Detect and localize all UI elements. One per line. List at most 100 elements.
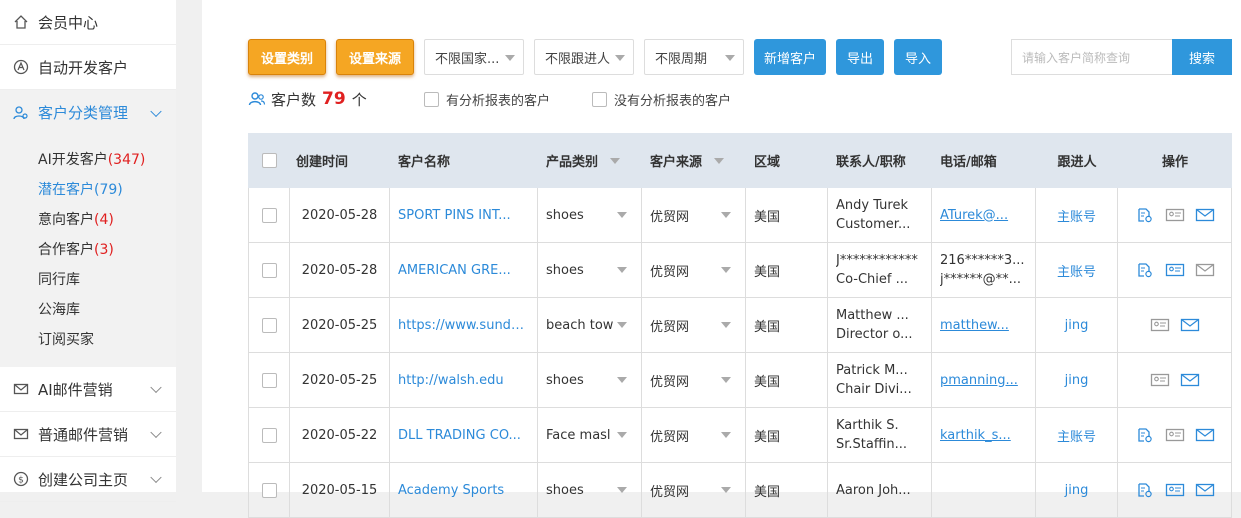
export-button[interactable]: 导出 — [836, 39, 884, 75]
cell-category-select[interactable]: shoes — [538, 353, 642, 407]
mail-icon[interactable] — [1195, 482, 1215, 498]
cell-source-select[interactable]: 优贸网 — [642, 463, 746, 517]
customer-name-link[interactable]: DLL TRADING CO... — [398, 428, 521, 443]
cell-contact: J************ Co-Chief ... — [828, 243, 932, 297]
customer-name-link[interactable]: Academy Sports — [398, 483, 504, 498]
cell-follower[interactable]: jing — [1036, 298, 1118, 352]
nav-member-center[interactable]: 会员中心 — [0, 0, 176, 45]
col-phone-email: 电话/邮箱 — [940, 155, 997, 170]
customer-name-link[interactable]: SPORT PINS INT... — [398, 208, 511, 223]
sub-intent[interactable]: 意向客户(4) — [38, 205, 176, 235]
card-icon[interactable] — [1165, 482, 1185, 498]
email-link[interactable]: karthik_s... — [940, 426, 1030, 445]
set-source-button[interactable]: 设置来源 — [336, 39, 414, 75]
cell-source-select[interactable]: 优贸网 — [642, 298, 746, 352]
view-report-icon[interactable] — [1135, 482, 1155, 498]
cell-category-select[interactable]: shoes — [538, 243, 642, 297]
view-report-icon[interactable] — [1135, 207, 1155, 223]
cell-follower[interactable]: 主账号 — [1036, 408, 1118, 462]
cell-source-select[interactable]: 优贸网 — [642, 408, 746, 462]
col-category[interactable]: 产品类别 — [538, 133, 642, 188]
set-category-button[interactable]: 设置类别 — [248, 39, 326, 75]
import-button[interactable]: 导入 — [894, 39, 942, 75]
period-select[interactable]: 不限周期 — [644, 39, 744, 75]
table-body: 2020-05-28 SPORT PINS INT... shoes 优贸网 美国 And… — [248, 188, 1232, 518]
caret-down-icon — [617, 487, 627, 493]
select-all-checkbox[interactable] — [261, 153, 277, 168]
cell-date: 2020-05-25 — [290, 353, 390, 407]
email-link[interactable]: j******@**... — [940, 270, 1030, 289]
card-icon[interactable] — [1165, 207, 1185, 223]
sub-potential[interactable]: 潜在客户(79) — [38, 175, 176, 205]
nav-company-homepage[interactable]: $ 创建公司主页 — [0, 457, 176, 502]
cell-category-select[interactable]: beach tow — [538, 298, 642, 352]
sub-ai-develop[interactable]: AI开发客户(347) — [38, 145, 176, 175]
cell-follower[interactable]: jing — [1036, 463, 1118, 517]
customer-count: 客户数 79 个 — [248, 88, 367, 110]
email-link[interactable]: matthew... — [940, 316, 1030, 335]
cell-follower[interactable]: 主账号 — [1036, 243, 1118, 297]
caret-down-icon — [721, 212, 731, 218]
sub-nav: AI开发客户(347) 潜在客户(79) 意向客户(4) 合作客户(3) 同行库… — [0, 135, 176, 367]
nav-customer-category[interactable]: 客户分类管理 — [0, 90, 176, 135]
caret-down-icon — [721, 377, 731, 383]
cell-category-select[interactable]: Face masl — [538, 408, 642, 462]
view-report-icon[interactable] — [1135, 262, 1155, 278]
cell-region: 美国 — [746, 353, 828, 407]
sub-subscribed-buyers[interactable]: 订阅买家 — [38, 325, 176, 355]
cell-category-select[interactable]: shoes — [538, 463, 642, 517]
mail-icon[interactable] — [1180, 372, 1200, 388]
search-button[interactable]: 搜索 — [1172, 39, 1232, 75]
row-checkbox[interactable] — [261, 317, 277, 333]
mail-icon[interactable] — [1195, 427, 1215, 443]
nav-auto-develop[interactable]: 自动开发客户 — [0, 45, 176, 90]
sub-cooperation[interactable]: 合作客户(3) — [38, 235, 176, 265]
cell-source-select[interactable]: 优贸网 — [642, 243, 746, 297]
sub-public-pool[interactable]: 公海库 — [38, 295, 176, 325]
mail-icon[interactable] — [1180, 317, 1200, 333]
search-input[interactable]: 请输入客户简称查询 — [1011, 39, 1173, 75]
card-icon[interactable] — [1165, 427, 1185, 443]
mail-icon[interactable] — [1195, 262, 1215, 278]
row-checkbox[interactable] — [261, 427, 277, 443]
dollar-icon: $ — [12, 470, 30, 488]
checkbox[interactable] — [592, 91, 607, 107]
row-checkbox[interactable] — [261, 482, 277, 498]
col-source[interactable]: 客户来源 — [642, 133, 746, 188]
cell-region: 美国 — [746, 463, 828, 517]
card-icon[interactable] — [1150, 372, 1170, 388]
add-customer-button[interactable]: 新增客户 — [754, 39, 826, 75]
mail-icon[interactable] — [1195, 207, 1215, 223]
cell-date: 2020-05-22 — [290, 408, 390, 462]
cell-date: 2020-05-28 — [290, 243, 390, 297]
card-icon[interactable] — [1150, 317, 1170, 333]
caret-down-icon — [610, 157, 621, 164]
follower-select[interactable]: 不限跟进人 — [534, 39, 634, 75]
sub-peer[interactable]: 同行库 — [38, 265, 176, 295]
customer-name-link[interactable]: http://walsh.edu — [398, 373, 504, 388]
cell-region: 美国 — [746, 243, 828, 297]
nav-label: 客户分类管理 — [38, 104, 129, 122]
row-checkbox[interactable] — [261, 372, 277, 388]
country-select[interactable]: 不限国家... — [424, 39, 524, 75]
has-report-filter[interactable]: 有分析报表的客户 — [424, 89, 550, 109]
cell-follower[interactable]: jing — [1036, 353, 1118, 407]
cell-category-select[interactable]: shoes — [538, 188, 642, 242]
customer-name-link[interactable]: https://www.sunda... — [398, 318, 530, 333]
customer-name-link[interactable]: AMERICAN GRE... — [398, 263, 511, 278]
nav-normal-mail[interactable]: 普通邮件营销 — [0, 412, 176, 457]
view-report-icon[interactable] — [1135, 427, 1155, 443]
no-report-filter[interactable]: 没有分析报表的客户 — [592, 89, 731, 109]
cell-source-select[interactable]: 优贸网 — [642, 188, 746, 242]
users-icon — [248, 91, 266, 107]
email-link[interactable]: ATurek@... — [940, 206, 1030, 225]
nav-ai-mail[interactable]: AI邮件营销 — [0, 367, 176, 412]
checkbox[interactable] — [424, 91, 439, 107]
cell-follower[interactable]: 主账号 — [1036, 188, 1118, 242]
cell-contact: Andy Turek Customer... — [828, 188, 932, 242]
card-icon[interactable] — [1165, 262, 1185, 278]
cell-source-select[interactable]: 优贸网 — [642, 353, 746, 407]
row-checkbox[interactable] — [261, 207, 277, 223]
row-checkbox[interactable] — [261, 262, 277, 278]
email-link[interactable]: pmanning... — [940, 371, 1030, 390]
